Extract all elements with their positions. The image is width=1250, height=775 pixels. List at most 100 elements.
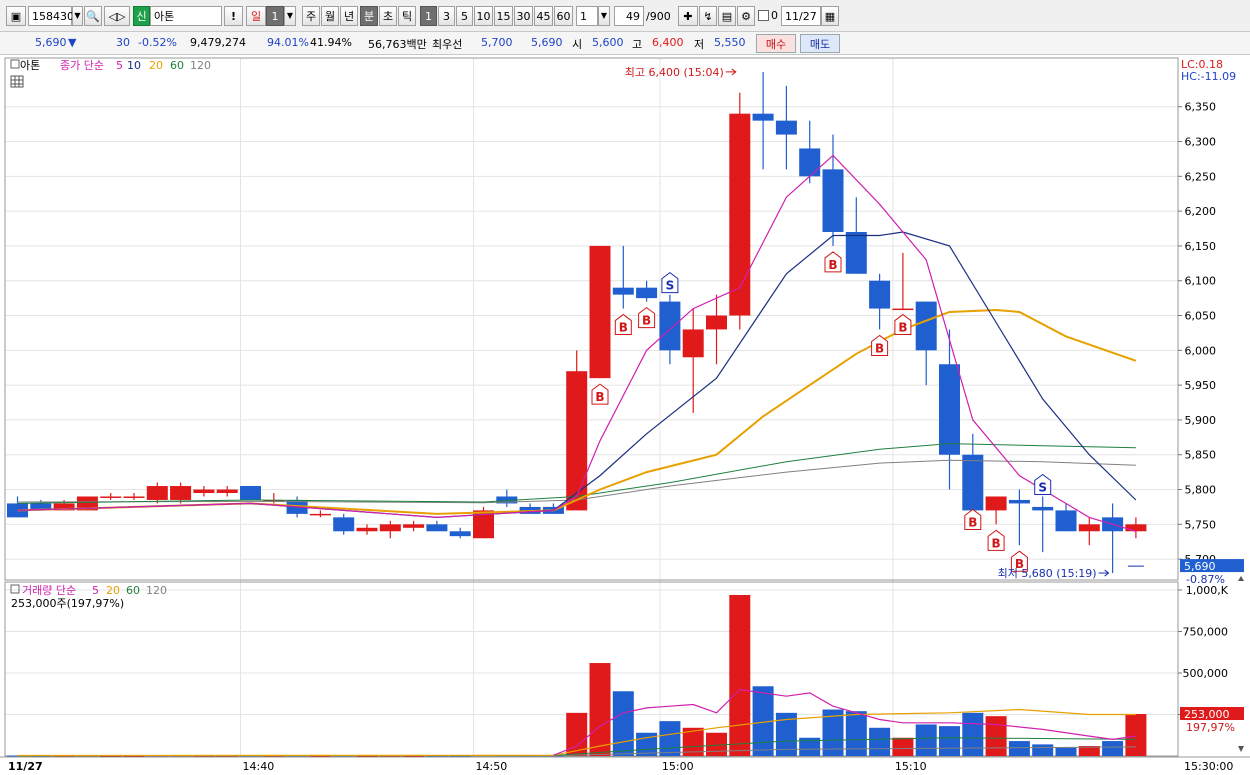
time-label: 11/27: [8, 760, 43, 773]
alert-button[interactable]: !: [224, 6, 243, 26]
draw-tool-icon[interactable]: ↯: [699, 6, 717, 26]
candle-body: [356, 527, 378, 532]
interval-15[interactable]: 15: [494, 6, 513, 26]
trade-volume: 9,479,274: [190, 36, 246, 49]
high-label: 고: [632, 38, 643, 51]
volume-bar: [1125, 714, 1147, 756]
period-month[interactable]: 월: [321, 6, 339, 26]
interval-1[interactable]: 1: [420, 6, 437, 26]
candle-body: [379, 524, 401, 532]
candle-body: [193, 489, 215, 493]
quote-bar: [0, 32, 1250, 55]
candle-body: [216, 489, 238, 493]
period-week[interactable]: 주: [302, 6, 320, 26]
candle-body: [822, 169, 844, 232]
price-tick-label: 5,800: [1185, 484, 1217, 497]
sell-signal-label: S: [1038, 480, 1047, 494]
sell-signal-label: S: [666, 279, 675, 293]
low-label: 저: [694, 38, 705, 51]
current-price-label: 5,690: [1184, 560, 1216, 573]
volume-tick-label: 500,000: [1183, 667, 1229, 680]
time-label: 14:50: [476, 760, 508, 773]
candle-body: [1032, 506, 1054, 511]
candle-body: [752, 113, 774, 121]
candle-body: [799, 148, 821, 177]
volume-tick-label: 750,000: [1183, 626, 1229, 639]
volume-bar: [1102, 741, 1124, 756]
price-tick-label: 6,050: [1185, 310, 1217, 323]
code-dropdown-icon[interactable]: ▼: [72, 6, 83, 26]
candle-body: [985, 496, 1007, 511]
interval-60[interactable]: 60: [554, 6, 573, 26]
candle-body: [682, 329, 704, 358]
interval-dropdown-icon[interactable]: ▼: [598, 6, 610, 26]
date-input[interactable]: 11/27: [781, 6, 821, 26]
volume-bar: [729, 594, 751, 756]
stock-name-field[interactable]: 아톤: [150, 6, 222, 26]
high-annotation: 최고 6,400 (15:04): [625, 66, 724, 79]
day-count-field[interactable]: 1: [266, 6, 284, 26]
candle-body: [845, 232, 867, 274]
day-button[interactable]: 일: [246, 6, 266, 26]
data-table-icon[interactable]: [10, 75, 24, 88]
search-icon[interactable]: 🔍: [84, 6, 102, 26]
price-tick-label: 6,250: [1185, 170, 1217, 183]
checkbox-label: 0: [771, 9, 778, 22]
sell-button[interactable]: 매도: [800, 34, 840, 53]
interval-5[interactable]: 5: [456, 6, 473, 26]
price-tick-label: 6,350: [1185, 101, 1217, 114]
volume-bar: [1008, 741, 1030, 756]
price-tick-label: 5,850: [1185, 449, 1217, 462]
period-tick[interactable]: 틱: [398, 6, 416, 26]
interval-45[interactable]: 45: [534, 6, 553, 26]
chart-background: [0, 56, 1250, 775]
period-second[interactable]: 초: [379, 6, 397, 26]
stock-chart[interactable]: 아톤 종가 단순 5 10 20 60 120 LC:0.18 HC:-11.0…: [0, 56, 1250, 775]
interval-30[interactable]: 30: [514, 6, 533, 26]
crosshair-icon[interactable]: ✚: [678, 6, 698, 26]
turnover-ratio: 41.94%: [310, 36, 352, 49]
period-minute[interactable]: 분: [360, 6, 378, 26]
vol-legend-ma20: 20: [106, 584, 120, 597]
volume-bar: [962, 712, 984, 756]
price-stock-tag: 아톤: [20, 59, 40, 72]
buy-signal-label: B: [968, 515, 977, 529]
price-tick-label: 6,150: [1185, 240, 1217, 253]
day-dropdown-icon[interactable]: ▼: [284, 6, 296, 26]
stock-code-input[interactable]: 158430: [28, 6, 74, 26]
candle-body: [449, 531, 471, 537]
interval-3[interactable]: 3: [438, 6, 455, 26]
price-tick-label: 6,000: [1185, 344, 1217, 357]
buy-signal-label: B: [642, 314, 651, 328]
calendar-icon[interactable]: ▦: [821, 6, 839, 26]
candle-body: [775, 120, 797, 135]
buy-button[interactable]: 매수: [756, 34, 796, 53]
candle-body: [333, 517, 355, 532]
volume-ratio: 94.01%: [267, 36, 309, 49]
prev-next-icon[interactable]: ◁▷: [104, 6, 130, 26]
gear-icon[interactable]: ⚙: [737, 6, 755, 26]
price-tick-label: 6,200: [1185, 205, 1217, 218]
chart-settings-icon[interactable]: ▣: [6, 6, 26, 26]
candle-body: [612, 287, 634, 295]
price-tick-label: 6,300: [1185, 136, 1217, 149]
best-bid-price: 5,690: [531, 36, 563, 49]
option-checkbox[interactable]: [758, 10, 769, 21]
best-ask-price: 5,700: [481, 36, 513, 49]
candle-body: [729, 113, 751, 316]
price-change-pct: -0.52%: [138, 36, 177, 49]
candle-body: [240, 486, 261, 500]
bar-count-input[interactable]: 49: [614, 6, 644, 26]
interval-10[interactable]: 10: [474, 6, 493, 26]
custom-interval-input[interactable]: 1: [576, 6, 598, 26]
period-year[interactable]: 년: [340, 6, 358, 26]
low-price: 5,550: [714, 36, 746, 49]
price-tick-label: 5,750: [1185, 518, 1217, 531]
save-icon[interactable]: ▤: [718, 6, 736, 26]
vol-legend-ma5: 5: [92, 584, 99, 597]
bar-total-label: /900: [646, 10, 671, 23]
candle-body: [123, 496, 145, 498]
candle-body: [915, 301, 937, 351]
buy-signal-label: B: [875, 341, 884, 355]
buy-signal-label: B: [992, 536, 1001, 550]
